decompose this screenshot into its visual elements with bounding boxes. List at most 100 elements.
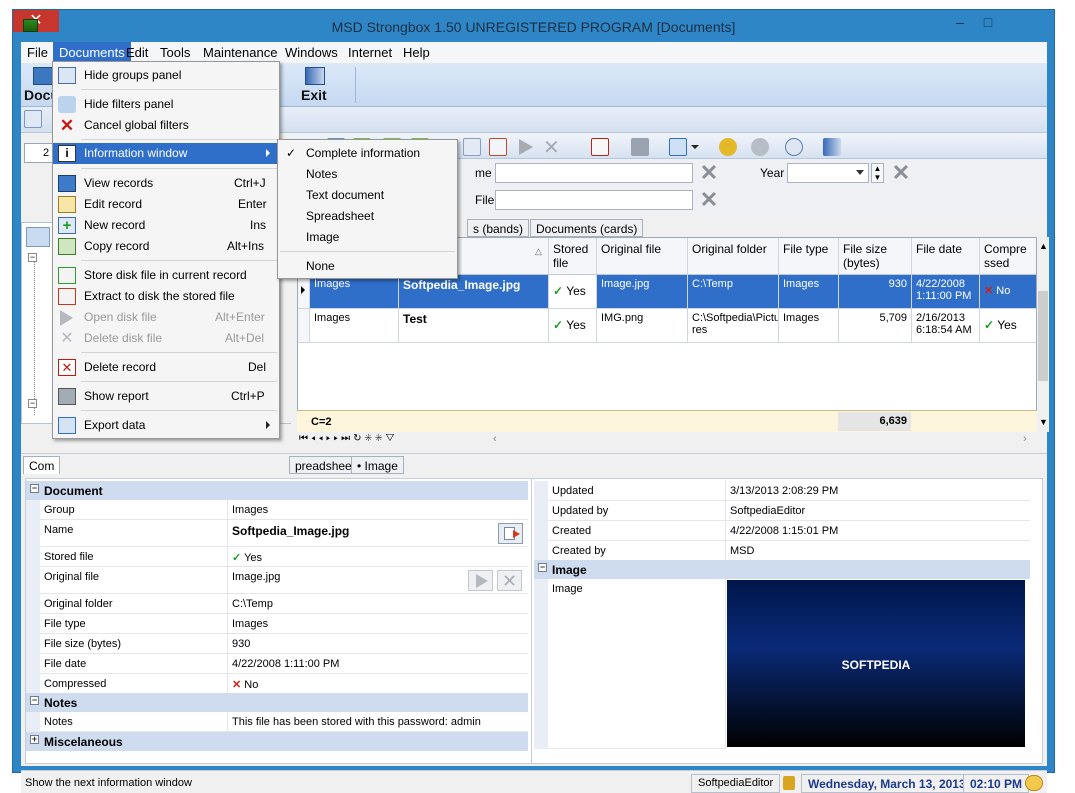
exit-small-icon[interactable] <box>823 138 841 156</box>
prop-value[interactable]: 3/13/2013 2:08:29 PM <box>726 481 1030 501</box>
menu-item-edit-record[interactable]: Edit record Enter <box>53 194 279 215</box>
menu-item-extract-file[interactable]: Extract to disk the stored file <box>53 286 279 307</box>
maximize-button[interactable]: □ <box>975 12 1001 32</box>
submenu-item-image[interactable]: Image <box>278 227 457 248</box>
menu-tools[interactable]: Tools <box>160 45 190 60</box>
minimize-button[interactable]: – <box>947 12 973 32</box>
cell-original[interactable]: IMG.png <box>597 309 688 343</box>
image-preview[interactable]: SOFTPEDIA <box>727 580 1025 747</box>
scroll-up-icon[interactable]: ▲ <box>1039 241 1048 251</box>
cell-compressed[interactable]: ✕ No <box>980 275 1036 309</box>
hscroll-left-icon[interactable]: ‹ <box>493 433 497 445</box>
delete-file-button[interactable]: ✕ <box>497 570 522 591</box>
cell-name[interactable]: Test <box>399 309 549 343</box>
collapse-icon[interactable]: − <box>30 696 39 705</box>
tab-documents-cards[interactable]: Documents (cards) <box>530 219 644 237</box>
lock-icon[interactable] <box>783 776 795 790</box>
printer-icon[interactable] <box>631 138 649 156</box>
cell-folder[interactable]: C:\Temp <box>688 275 779 309</box>
expand-icon[interactable]: + <box>30 735 39 744</box>
groups-tree-icon[interactable] <box>26 227 50 247</box>
prop-value[interactable]: 4/22/2008 1:11:00 PM <box>228 654 528 674</box>
section-image[interactable]: − Image <box>534 560 1030 579</box>
play-icon[interactable] <box>519 139 533 155</box>
open-file-button[interactable] <box>468 570 493 591</box>
cross-icon[interactable]: ✕ <box>543 135 560 160</box>
menu-item-show-report[interactable]: Show report Ctrl+P <box>53 386 279 407</box>
grid-header-type[interactable]: File type <box>779 238 839 275</box>
clock-icon[interactable] <box>1025 775 1043 791</box>
year-filter-select[interactable] <box>787 163 869 183</box>
section-miscelaneous[interactable]: + Miscelaneous <box>26 732 528 751</box>
menu-item-hide-groups[interactable]: Hide groups panel <box>53 65 279 86</box>
menu-item-cancel-filters[interactable]: ✕ Cancel global filters <box>53 115 279 136</box>
menu-help[interactable]: Help <box>403 45 430 60</box>
tab-image[interactable]: • Image <box>351 456 404 474</box>
clear-year-filter-icon[interactable]: ✕ <box>891 162 911 184</box>
cell-date[interactable]: 4/22/2008 1:11:00 PM <box>912 275 980 309</box>
submenu-item-none[interactable]: None <box>278 256 457 277</box>
menu-item-export-data[interactable]: Export data <box>53 415 279 436</box>
menu-item-hide-filters[interactable]: Hide filters panel <box>53 94 279 115</box>
cell-type[interactable]: Images <box>779 309 839 343</box>
clear-file-filter-icon[interactable]: ✕ <box>699 189 719 211</box>
cell-compressed[interactable]: ✓ Yes <box>980 309 1036 343</box>
section-notes[interactable]: − Notes <box>26 693 528 712</box>
cell-stored[interactable]: ✓ Yes <box>549 275 597 309</box>
navigator-buttons[interactable]: ⏮◂◂▸▸⏭↻✳✳▽ <box>299 433 397 444</box>
panel-splitter[interactable] <box>531 479 532 763</box>
prop-value[interactable]: 4/22/2008 1:15:01 PM <box>726 521 1030 541</box>
grid-header-stored[interactable]: Stored file <box>549 238 597 275</box>
submenu-item-notes[interactable]: Notes <box>278 164 457 185</box>
menu-item-delete-disk-file[interactable]: ✕ Delete disk file Alt+Del <box>53 328 279 349</box>
prop-value[interactable]: ✕ No <box>228 674 528 694</box>
collapse-icon[interactable]: − <box>538 563 547 572</box>
search-icon[interactable] <box>785 138 803 156</box>
grid-header-compressed[interactable]: Compre ssed <box>980 238 1036 275</box>
grid-header-size[interactable]: File size (bytes) <box>839 238 912 275</box>
menu-item-view-records[interactable]: View records Ctrl+J <box>53 173 279 194</box>
menu-windows[interactable]: Windows <box>285 45 338 60</box>
prop-value[interactable]: Images <box>228 614 528 634</box>
cell-stored[interactable]: ✓ Yes <box>549 309 597 343</box>
name-filter-input[interactable] <box>495 163 693 183</box>
menu-maintenance[interactable]: Maintenance <box>203 45 277 60</box>
cell-folder[interactable]: C:\Softpedia\Pictu res <box>688 309 779 343</box>
grid-vscrollbar[interactable]: ▲ ▼ <box>1037 237 1049 432</box>
documents-icon[interactable] <box>33 67 53 85</box>
prop-value[interactable]: Images <box>228 500 528 520</box>
cell-name[interactable]: Softpedia_Image.jpg <box>399 275 549 309</box>
menu-item-store-disk-file[interactable]: Store disk file in current record <box>53 265 279 286</box>
cloud-icon[interactable] <box>751 138 769 156</box>
menu-item-delete-record[interactable]: ✕ Delete record Del <box>53 357 279 378</box>
record-field[interactable]: 2 <box>24 143 54 163</box>
grid-header-date[interactable]: File date <box>912 238 980 275</box>
prop-value-notes[interactable]: This file has been stored with this pass… <box>228 712 528 732</box>
export-dropdown-icon[interactable] <box>691 145 699 149</box>
cell-type[interactable]: Images <box>779 275 839 309</box>
collapse-icon[interactable]: − <box>30 484 39 493</box>
export-icon[interactable] <box>669 138 687 156</box>
book-icon[interactable] <box>24 110 42 128</box>
tab-documents-bands[interactable]: s (bands) <box>467 219 530 237</box>
grid-header-folder[interactable]: Original folder <box>688 238 779 275</box>
cell-date[interactable]: 2/16/2013 6:18:54 AM <box>912 309 980 343</box>
clear-name-filter-icon[interactable]: ✕ <box>699 162 719 184</box>
year-spinner[interactable]: ▲ ▼ <box>871 163 884 183</box>
document-icon[interactable] <box>463 138 481 156</box>
submenu-item-complete-information[interactable]: ✓ Complete information <box>278 143 457 164</box>
cell-group[interactable]: Images <box>310 275 399 309</box>
menu-edit[interactable]: Edit <box>126 45 148 60</box>
menu-item-copy-record[interactable]: Copy record Alt+Ins <box>53 236 279 257</box>
cell-group[interactable]: Images <box>310 309 399 343</box>
menu-documents[interactable]: Documents <box>53 42 131 63</box>
extract-icon[interactable] <box>489 138 507 156</box>
scroll-thumb[interactable] <box>1038 291 1048 381</box>
file-filter-input[interactable] <box>495 190 693 210</box>
submenu-item-text-document[interactable]: Text document <box>278 185 457 206</box>
cell-size[interactable]: 5,709 <box>839 309 912 343</box>
cell-original[interactable]: Image.jpg <box>597 275 688 309</box>
submenu-item-spreadsheet[interactable]: Spreadsheet <box>278 206 457 227</box>
tree-collapse-icon-2[interactable]: − <box>28 399 37 408</box>
menu-file[interactable]: File <box>27 45 48 60</box>
